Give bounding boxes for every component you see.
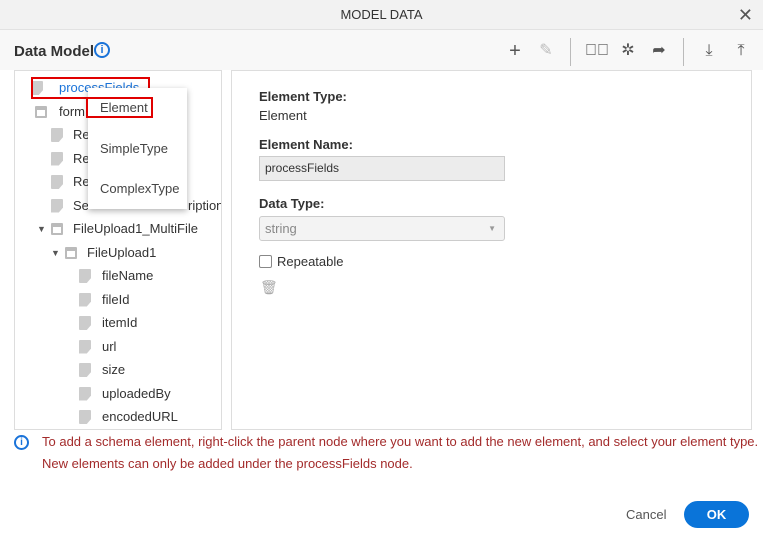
tree-node-label: FileUpload1 <box>87 244 157 260</box>
edit-icon[interactable]: ✎ <box>535 40 557 62</box>
tree-node[interactable]: url <box>15 337 221 357</box>
tree-node-label-tail: ription <box>188 197 222 213</box>
tree-node-label: itemId <box>102 315 138 330</box>
tree-node[interactable]: encodedURL <box>15 407 221 427</box>
repeatable-checkbox[interactable] <box>259 255 272 268</box>
tree-node-label: fileId <box>102 291 130 307</box>
cancel-button[interactable]: Cancel <box>626 507 666 522</box>
element-node-icon <box>79 386 91 401</box>
tree-node[interactable]: ▼ FileUpload1 <box>15 243 221 263</box>
dialog-title: MODEL DATA <box>340 7 423 22</box>
tree-node[interactable]: fileName <box>15 266 221 286</box>
tree-node[interactable]: fileId <box>15 290 221 310</box>
element-type-label: Element Type: <box>259 89 347 104</box>
element-type-value: Element <box>259 108 307 123</box>
element-node-icon <box>51 175 63 189</box>
tree-node-label: Se <box>73 197 89 213</box>
tree-node-label: uploadedBy <box>102 385 171 401</box>
download-icon[interactable]: ⤓ <box>698 40 720 62</box>
tree-node-label: size <box>102 362 126 377</box>
trash-icon[interactable]: 🗑 <box>260 279 278 296</box>
page-title: Data Model <box>14 43 95 60</box>
expand-arrow-icon[interactable]: ▼ <box>37 219 46 239</box>
tree-node-label: FileUpload1_MultiFile <box>73 221 198 236</box>
element-name-input[interactable]: processFields <box>259 156 505 181</box>
element-node-icon <box>51 198 63 213</box>
group-node-icon <box>35 105 47 118</box>
validate-icon[interactable]: ✓⃝ <box>585 40 609 62</box>
tree-node-label: fileName <box>102 268 154 283</box>
close-icon[interactable]: ✕ <box>738 5 753 25</box>
add-icon[interactable]: + <box>504 40 526 62</box>
ok-button[interactable]: OK <box>684 501 749 528</box>
element-node-icon <box>79 363 91 377</box>
element-node-icon <box>79 269 91 283</box>
toolbar-divider <box>570 38 571 66</box>
help-note-line1: To add a schema element, right-click the… <box>42 434 759 449</box>
menu-item-highlight <box>86 97 153 118</box>
element-node-icon <box>79 339 91 354</box>
element-node-icon <box>51 151 63 166</box>
tree-node[interactable]: itemId <box>15 313 221 333</box>
data-type-select[interactable]: string ▼ <box>259 216 505 241</box>
expand-arrow-icon[interactable]: ▼ <box>51 243 60 263</box>
dialog-title-bar: MODEL DATA <box>0 0 763 30</box>
bug-icon[interactable]: ✲ <box>617 40 639 62</box>
data-type-value: string <box>265 221 297 236</box>
tree-node[interactable]: ▼ FileUpload1_MultiFile <box>15 219 221 239</box>
data-type-label: Data Type: <box>259 196 325 211</box>
info-icon: i <box>14 435 29 450</box>
element-node-icon <box>79 292 91 307</box>
details-panel: Element Type: Element Element Name: proc… <box>231 70 752 430</box>
upload-icon[interactable]: ⤒ <box>730 40 752 62</box>
repeatable-label: Repeatable <box>277 254 344 269</box>
menu-item-simpletype[interactable]: SimpleType <box>100 141 168 156</box>
share-icon[interactable]: ➦ <box>648 40 670 62</box>
group-node-icon <box>65 246 77 259</box>
tree-node-label: encodedURL <box>102 409 178 424</box>
menu-item-complextype[interactable]: ComplexType <box>100 181 179 196</box>
help-note-line2: New elements can only be added under the… <box>42 456 413 471</box>
element-name-label: Element Name: <box>259 137 353 152</box>
element-node-icon <box>51 128 63 142</box>
chevron-down-icon: ▼ <box>488 224 496 233</box>
element-node-icon <box>79 316 91 330</box>
toolbar-divider <box>683 38 684 66</box>
info-icon[interactable]: i <box>94 42 110 58</box>
element-node-icon <box>79 410 91 424</box>
tree-node[interactable]: size <box>15 360 221 380</box>
tree-node-label: url <box>102 338 117 354</box>
group-node-icon <box>51 223 63 235</box>
tree-node-label: form <box>59 103 85 119</box>
tree-node[interactable]: uploadedBy <box>15 384 221 404</box>
